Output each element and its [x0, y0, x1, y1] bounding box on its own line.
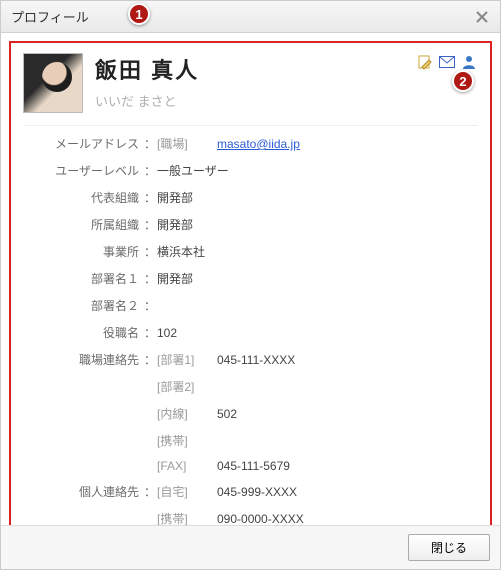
label-office: 事業所	[23, 243, 143, 260]
row-rep-org: 代表組織 ： 開発部	[23, 184, 472, 211]
close-icon[interactable]	[474, 9, 490, 25]
label-rep-org: 代表組織	[23, 189, 143, 206]
row-work-2: [内線] 502	[23, 400, 472, 427]
row-personal-0: 個人連絡先 ： [自宅] 045-999-XXXX	[23, 478, 472, 505]
titlebar: プロフィール	[1, 1, 500, 33]
row-email: メールアドレス ： [職場] masato@iida.jp	[23, 130, 472, 157]
label-userlevel: ユーザーレベル	[23, 162, 143, 179]
sub-personal-1: [携帯]	[157, 510, 217, 525]
row-work-3: [携帯]	[23, 427, 472, 454]
row-title: 役職名 ： 102	[23, 319, 472, 346]
email-link[interactable]: masato@iida.jp	[217, 137, 300, 151]
content-frame: 飯田 真人 いいだ まさと メールアドレス	[9, 41, 492, 525]
label-dept2: 部署名２	[23, 297, 143, 314]
dialog-body: 飯田 真人 いいだ まさと メールアドレス	[1, 33, 500, 525]
profile-dialog: プロフィール 飯田 真人 いいだ まさと	[0, 0, 501, 570]
callout-1: 1	[128, 3, 150, 25]
label-dept1: 部署名１	[23, 270, 143, 287]
row-belong-org: 所属組織 ： 開発部	[23, 211, 472, 238]
action-icons	[416, 53, 478, 71]
close-button[interactable]: 閉じる	[408, 534, 490, 561]
value-userlevel: 一般ユーザー	[157, 162, 229, 179]
row-dept1: 部署名１ ： 開発部	[23, 265, 472, 292]
callout-2: 2	[452, 70, 474, 92]
detail-area[interactable]: メールアドレス ： [職場] masato@iida.jp ユーザーレベル ： …	[23, 125, 478, 525]
val-personal-0: 045-999-XXXX	[217, 485, 297, 499]
person-icon[interactable]	[460, 53, 478, 71]
sub-work-0: [部署1]	[157, 351, 217, 368]
avatar	[23, 53, 83, 113]
sub-work-2: [内線]	[157, 405, 217, 422]
val-work-0: 045-111-XXXX	[217, 353, 295, 367]
sub-personal-0: [自宅]	[157, 483, 217, 500]
row-work-0: 職場連絡先 ： [部署1] 045-111-XXXX	[23, 346, 472, 373]
row-work-1: [部署2]	[23, 373, 472, 400]
sub-email: [職場]	[157, 135, 217, 152]
display-name: 飯田 真人	[95, 53, 404, 85]
value-office: 横浜本社	[157, 243, 205, 260]
sub-work-3: [携帯]	[157, 432, 217, 449]
dialog-footer: 閉じる	[1, 525, 500, 569]
row-dept2: 部署名２ ：	[23, 292, 472, 319]
mail-icon[interactable]	[438, 53, 456, 71]
val-work-4: 045-111-5679	[217, 459, 290, 473]
label-personal-contact: 個人連絡先	[23, 483, 143, 500]
val-personal-1: 090-0000-XXXX	[217, 512, 304, 525]
row-office: 事業所 ： 横浜本社	[23, 238, 472, 265]
row-personal-1: [携帯] 090-0000-XXXX	[23, 505, 472, 525]
value-title: 102	[157, 326, 177, 340]
dialog-title: プロフィール	[11, 7, 89, 26]
label-belong-org: 所属組織	[23, 216, 143, 233]
label-email: メールアドレス	[23, 135, 143, 152]
name-reading: いいだ まさと	[95, 91, 404, 110]
val-work-2: 502	[217, 407, 237, 421]
value-rep-org: 開発部	[157, 189, 193, 206]
value-belong-org: 開発部	[157, 216, 193, 233]
edit-icon[interactable]	[416, 53, 434, 71]
row-work-4: [FAX] 045-111-5679	[23, 454, 472, 478]
row-userlevel: ユーザーレベル ： 一般ユーザー	[23, 157, 472, 184]
label-work-contact: 職場連絡先	[23, 351, 143, 368]
profile-header: 飯田 真人 いいだ まさと	[23, 53, 478, 113]
sub-work-4: [FAX]	[157, 459, 217, 473]
name-block: 飯田 真人 いいだ まさと	[95, 53, 404, 110]
value-dept1: 開発部	[157, 270, 193, 287]
sub-work-1: [部署2]	[157, 378, 217, 395]
label-title: 役職名	[23, 324, 143, 341]
